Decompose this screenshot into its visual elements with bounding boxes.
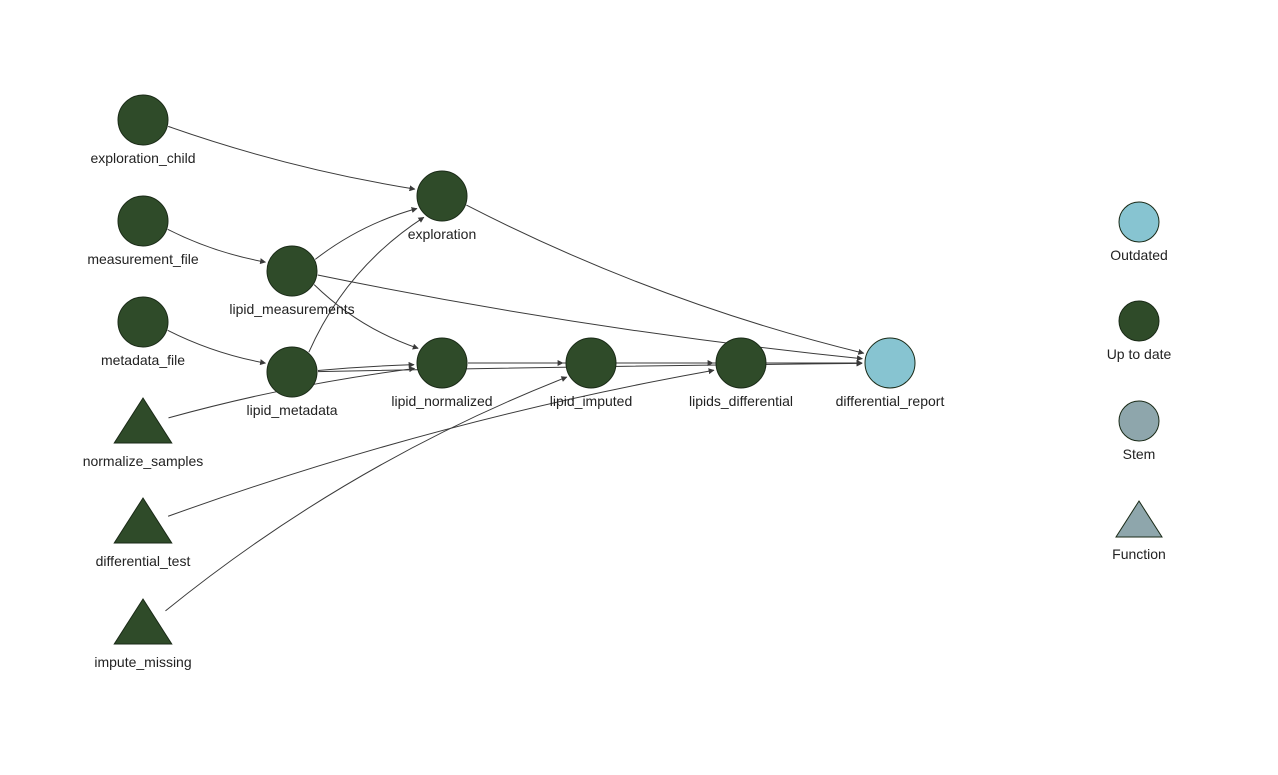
node-impute_missing[interactable]: impute_missing <box>94 599 191 670</box>
node-label: impute_missing <box>94 654 191 670</box>
target-icon[interactable] <box>417 171 467 221</box>
legend-label: Up to date <box>1107 346 1172 362</box>
circle-icon <box>1119 401 1159 441</box>
function-icon[interactable] <box>114 498 172 543</box>
node-label: lipid_measurements <box>229 301 354 317</box>
edge-exploration_child-to-exploration <box>168 126 415 189</box>
node-label: differential_report <box>836 393 945 409</box>
node-exploration[interactable]: exploration <box>408 171 477 242</box>
node-label: lipids_differential <box>689 393 793 409</box>
legend-item-outdated: Outdated <box>1110 202 1168 263</box>
node-measurement_file[interactable]: measurement_file <box>87 196 198 267</box>
circle-icon <box>1119 301 1159 341</box>
node-lipid_imputed[interactable]: lipid_imputed <box>550 338 633 409</box>
target-icon[interactable] <box>118 196 168 246</box>
target-icon[interactable] <box>118 95 168 145</box>
target-icon[interactable] <box>267 347 317 397</box>
edge-impute_missing-to-lipid_imputed <box>165 377 566 611</box>
legend-item-up-to-date: Up to date <box>1107 301 1172 362</box>
node-label: measurement_file <box>87 251 198 267</box>
target-icon[interactable] <box>417 338 467 388</box>
target-icon[interactable] <box>716 338 766 388</box>
legend-layer: Outdated Up to date Stem Function <box>1107 202 1172 562</box>
node-label: normalize_samples <box>83 453 204 469</box>
function-icon[interactable] <box>114 599 172 644</box>
target-icon[interactable] <box>865 338 915 388</box>
legend-label: Stem <box>1123 446 1156 462</box>
function-icon[interactable] <box>114 398 172 443</box>
node-lipid_normalized[interactable]: lipid_normalized <box>391 338 492 409</box>
target-icon[interactable] <box>267 246 317 296</box>
legend-item-function: Function <box>1112 501 1166 562</box>
circle-icon <box>1119 202 1159 242</box>
node-label: exploration_child <box>90 150 195 166</box>
triangle-icon <box>1116 501 1162 537</box>
legend-item-stem: Stem <box>1119 401 1159 462</box>
target-icon[interactable] <box>118 297 168 347</box>
node-label: lipid_normalized <box>391 393 492 409</box>
node-label: metadata_file <box>101 352 185 368</box>
node-differential_test[interactable]: differential_test <box>96 498 191 569</box>
edge-lipid_measurements-to-exploration <box>315 209 417 260</box>
node-lipids_differential[interactable]: lipids_differential <box>689 338 793 409</box>
nodes-layer: exploration_child measurement_filemetadat… <box>83 95 945 670</box>
legend-label: Function <box>1112 546 1166 562</box>
target-icon[interactable] <box>566 338 616 388</box>
node-label: exploration <box>408 226 477 242</box>
legend-label: Outdated <box>1110 247 1168 263</box>
node-differential_report[interactable]: differential_report <box>836 338 945 409</box>
dependency-graph: exploration_child measurement_filemetadat… <box>0 0 1278 775</box>
node-label: differential_test <box>96 553 191 569</box>
node-label: lipid_metadata <box>246 402 337 418</box>
node-lipid_measurements[interactable]: lipid_measurements <box>229 246 354 317</box>
edge-exploration-to-differential_report <box>466 205 863 353</box>
node-label: lipid_imputed <box>550 393 633 409</box>
node-normalize_samples[interactable]: normalize_samples <box>83 398 204 469</box>
